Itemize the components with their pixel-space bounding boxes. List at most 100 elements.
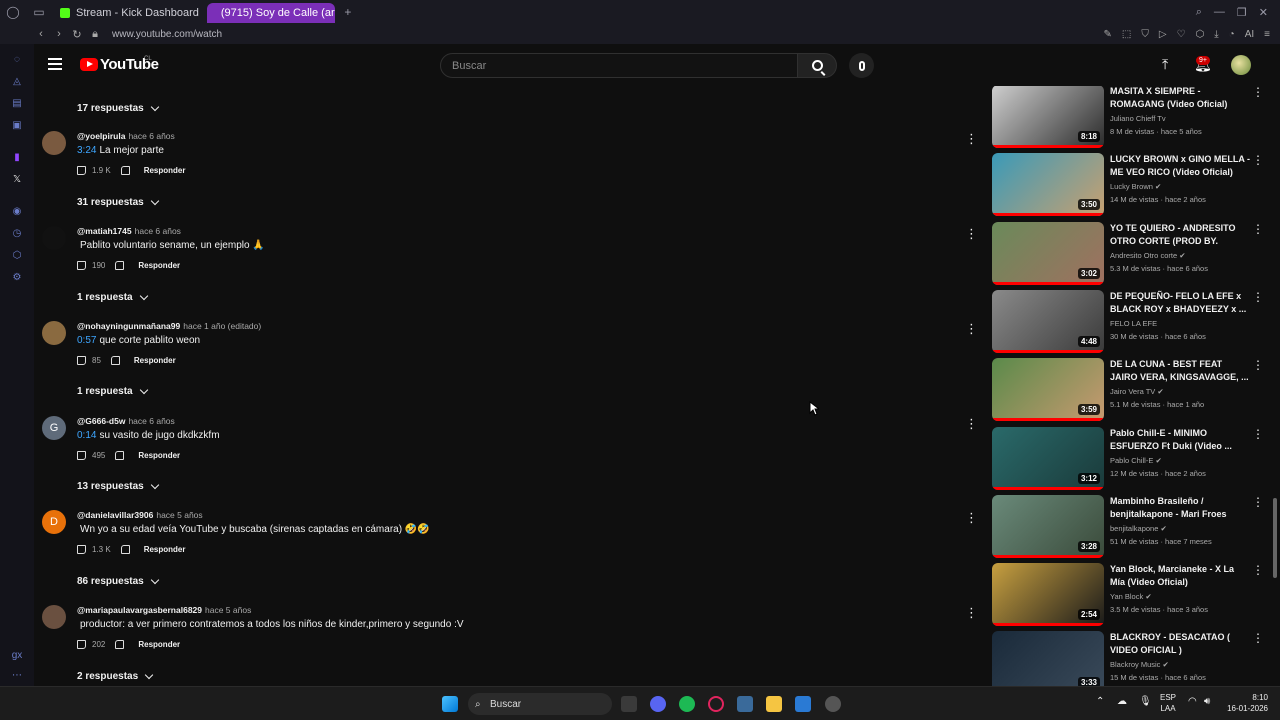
comment-time[interactable]: hace 6 años [128, 131, 174, 141]
video-thumbnail[interactable]: 3:12 [992, 427, 1104, 490]
more-actions-icon[interactable]: ⋮ [1252, 427, 1264, 441]
profile-icon[interactable]: ◔ [1229, 29, 1235, 40]
url-field[interactable]: www.youtube.com/watch [112, 29, 222, 40]
video-title[interactable]: Mambinho Brasileño / benjitalkapone - Ma… [1110, 495, 1250, 521]
network-tray-icon[interactable]: ☁ [1117, 696, 1127, 707]
download-icon[interactable]: ⤓ [1214, 29, 1218, 40]
dislike-icon[interactable] [115, 261, 125, 270]
video-title[interactable]: MASITA X SIEMPRE - ROMAGANG (Video Ofici… [1110, 86, 1250, 111]
video-thumbnail[interactable]: 3:28 [992, 495, 1104, 558]
twitch-icon[interactable]: ▮ [0, 146, 34, 168]
more-icon[interactable]: ⋯ [0, 664, 34, 686]
comment-author[interactable]: @danielavillar3906 [77, 510, 153, 520]
related-video[interactable]: 3:50 LUCKY BROWN x GINO MELLA - ME VEO R… [992, 153, 1280, 217]
voice-search-button[interactable] [849, 53, 874, 78]
video-channel[interactable]: Lucky Brown ✔ [1110, 182, 1161, 191]
video-thumbnail[interactable]: 3:50 [992, 153, 1104, 216]
avatar[interactable] [42, 226, 66, 250]
settings-icon[interactable]: ⚙ [0, 266, 34, 288]
video-channel[interactable]: Juliano Chieff Tv [1110, 114, 1166, 123]
language-indicator[interactable]: ESP LAA [1160, 692, 1176, 714]
new-tab-icon[interactable]: + [335, 0, 361, 24]
like-icon[interactable] [77, 545, 86, 554]
like-icon[interactable] [77, 166, 86, 175]
extensions-icon[interactable]: ⬡ [1196, 29, 1205, 40]
tab-youtube[interactable]: (9715) Soy de Calle (ar [206, 3, 335, 23]
x-icon[interactable]: 𝕏 [0, 168, 34, 190]
comment-time[interactable]: hace 1 año (editado) [183, 321, 261, 331]
related-video[interactable]: 4:48 DE PEQUEÑO- FELO LA EFE x BLACK ROY… [992, 290, 1280, 354]
related-video[interactable]: 3:59 DE LA CUNA - BEST FEAT JAIRO VERA, … [992, 358, 1280, 422]
like-icon[interactable] [77, 451, 86, 460]
more-actions-icon[interactable]: ⋮ [1252, 86, 1264, 99]
easy-setup-icon[interactable]: ≡ [1264, 29, 1270, 40]
replies-toggle[interactable]: 17 respuestas [77, 102, 159, 114]
wifi-icon[interactable]: ◠ [1188, 696, 1197, 707]
reply-button[interactable]: Responder [144, 545, 186, 554]
comment-time[interactable]: hace 6 años [135, 226, 181, 236]
tab-kick-dashboard[interactable]: Stream - Kick Dashboard [52, 3, 207, 23]
video-thumbnail[interactable]: 3:59 [992, 358, 1104, 421]
video-title[interactable]: LUCKY BROWN x GINO MELLA - ME VEO RICO (… [1110, 153, 1250, 179]
maximize-icon[interactable]: ❐ [1237, 6, 1247, 19]
heart-icon[interactable]: ♡ [1177, 29, 1186, 40]
dislike-icon[interactable] [115, 451, 125, 460]
messenger-icon[interactable]: ▤ [0, 92, 34, 114]
avatar[interactable] [42, 605, 66, 629]
player-icon[interactable]: ▷ [1159, 29, 1167, 40]
app-icon[interactable] [737, 696, 753, 712]
video-thumbnail[interactable]: 4:48 [992, 290, 1104, 353]
more-actions-icon[interactable]: ⋮ [1252, 631, 1264, 645]
player-sidebar-icon[interactable]: ◉ [0, 200, 34, 222]
scrollbar[interactable] [1273, 498, 1277, 578]
dislike-icon[interactable] [120, 166, 130, 175]
comment-author[interactable]: @mariapaulavargasbernal6829 [77, 605, 202, 615]
extensions-sidebar-icon[interactable]: ⬡ [0, 244, 34, 266]
more-actions-icon[interactable] [965, 321, 978, 337]
volume-icon[interactable]: 🔊︎ [1204, 696, 1210, 707]
chevron-up-icon[interactable]: ⌃ [1096, 696, 1104, 707]
upload-icon[interactable]: ⤒ [1162, 56, 1168, 73]
minimize-icon[interactable]: — [1214, 6, 1225, 19]
spotify-icon[interactable] [679, 696, 695, 712]
related-video[interactable]: 3:33 BLACKROY - DESACATAO ( VIDEO OFICIA… [992, 631, 1280, 686]
snapshot-icon[interactable]: ⬚ [1122, 29, 1131, 40]
file-explorer-icon[interactable] [766, 696, 782, 712]
discord-icon[interactable] [650, 696, 666, 712]
video-channel[interactable]: Jairo Vera TV ✔ [1110, 387, 1164, 396]
steam-icon[interactable] [825, 696, 841, 712]
menu-icon[interactable] [48, 58, 62, 70]
comment-author[interactable]: @matiah1745 [77, 226, 132, 236]
more-actions-icon[interactable]: ⋮ [1252, 290, 1264, 304]
clock[interactable]: 8:10 16-01-2026 [1227, 692, 1268, 714]
speed-dial-icon[interactable]: ◌ [0, 48, 34, 70]
taskbar-search[interactable]: ⌕ Buscar [468, 693, 612, 715]
close-window-icon[interactable]: ✕ [1259, 6, 1268, 19]
more-actions-icon[interactable] [965, 131, 978, 147]
opera-menu-icon[interactable]: ◯ [0, 0, 26, 24]
back-icon[interactable]: ‹ [32, 28, 50, 40]
related-video[interactable]: 3:02 YO TE QUIERO - ANDRESITO OTRO CORTE… [992, 222, 1280, 286]
comment-timestamp-link[interactable]: 0:57 [77, 335, 96, 346]
replies-toggle[interactable]: 1 respuesta [77, 291, 148, 303]
comment-timestamp-link[interactable]: 3:24 [77, 145, 96, 156]
video-title[interactable]: Pablo Chill-E - MINIMO ESFUERZO Ft Duki … [1110, 427, 1250, 453]
windows-start-icon[interactable] [442, 696, 458, 712]
video-channel[interactable]: Yan Block ✔ [1110, 592, 1152, 601]
comment-timestamp-link[interactable]: 0:14 [77, 430, 96, 441]
account-avatar[interactable] [1231, 55, 1251, 75]
like-icon[interactable] [77, 356, 86, 365]
comment-author[interactable]: @G666-d5w [77, 416, 125, 426]
replies-toggle[interactable]: 13 respuestas [77, 480, 159, 492]
search-button[interactable] [797, 53, 837, 78]
dislike-icon[interactable] [120, 545, 130, 554]
more-actions-icon[interactable] [965, 510, 978, 526]
like-icon[interactable] [77, 640, 86, 649]
reply-button[interactable]: Responder [138, 451, 180, 460]
more-actions-icon[interactable] [965, 226, 978, 242]
gx-icon[interactable]: gx [0, 644, 34, 666]
mail-icon[interactable]: ▣ [0, 114, 34, 136]
video-title[interactable]: DE PEQUEÑO- FELO LA EFE x BLACK ROY x BH… [1110, 290, 1250, 316]
dislike-icon[interactable] [110, 356, 120, 365]
more-actions-icon[interactable] [965, 605, 978, 621]
